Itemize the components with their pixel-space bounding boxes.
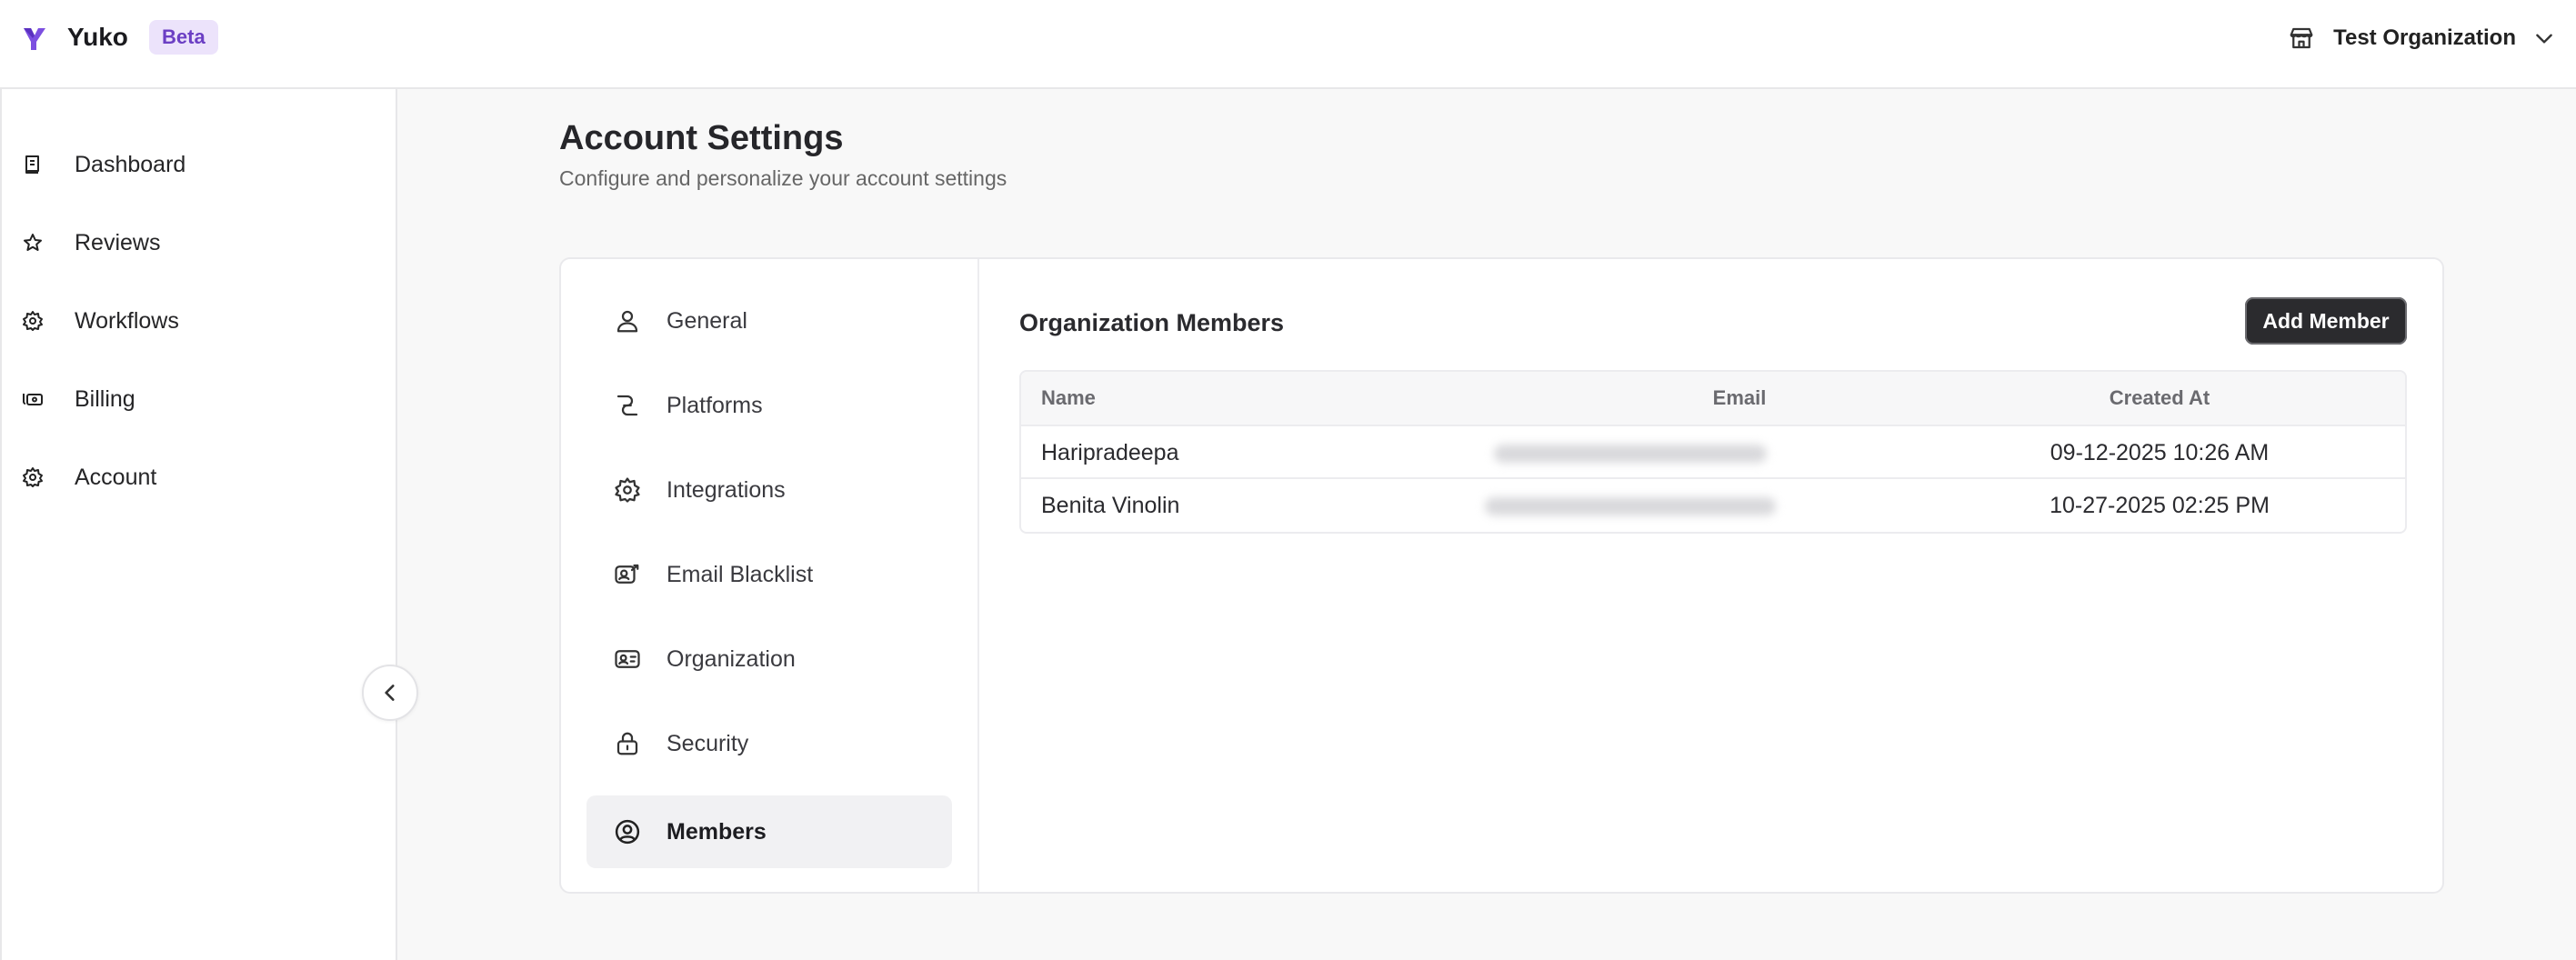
settings-nav-label: General (667, 307, 747, 334)
book-icon (25, 155, 39, 174)
user-circle-icon (615, 819, 640, 845)
settings-nav-platforms[interactable]: Platforms (586, 369, 952, 442)
mail-block-icon (615, 564, 639, 584)
cog-icon (23, 311, 43, 331)
sidebar: Dashboard Reviews Workflows Billing Acco… (0, 89, 397, 960)
page-subtitle: Configure and personalize your account s… (559, 166, 1007, 190)
star-icon (24, 234, 42, 251)
settings-nav-members[interactable]: Members (586, 795, 952, 868)
chevron-left-icon (385, 685, 395, 701)
gear-icon (23, 467, 43, 487)
member-email-redacted (1485, 497, 1776, 515)
table-row[interactable]: Haripradeepa 09-12-2025 10:26 AM (1021, 426, 2405, 479)
member-email-redacted (1494, 445, 1767, 463)
settings-nav-email-blacklist[interactable]: Email Blacklist (586, 538, 952, 611)
user-icon (616, 310, 638, 333)
sidebar-item-account[interactable]: Account (2, 448, 397, 506)
column-header-created-at[interactable]: Created At (2041, 372, 2278, 425)
column-header-email[interactable]: Email (1603, 372, 1876, 425)
add-member-button[interactable]: Add Member (2245, 297, 2407, 345)
settings-nav-label: Email Blacklist (667, 561, 814, 587)
lock-icon (616, 732, 638, 755)
settings-nav-organization[interactable]: Organization (586, 623, 952, 695)
member-created-at: 10-27-2025 02:25 PM (2050, 493, 2270, 518)
sidebar-item-label: Account (75, 464, 157, 490)
table-header: Name Email Created At (1021, 372, 2405, 426)
settings-nav-label: Organization (667, 645, 796, 672)
settings-nav: General Platforms Integrations Email Bla… (561, 259, 979, 892)
sidebar-item-reviews[interactable]: Reviews (2, 214, 397, 272)
cash-icon (23, 394, 43, 405)
table-row[interactable]: Benita Vinolin 10-27-2025 02:25 PM (1021, 479, 2405, 532)
settings-nav-label: Members (667, 818, 767, 845)
member-name: Haripradeepa (1041, 440, 1179, 465)
top-bar: Yuko Beta Test Organization (0, 0, 2576, 89)
settings-nav-general[interactable]: General (586, 285, 952, 357)
yuko-logo-icon (24, 28, 45, 50)
collapse-sidebar-button[interactable] (362, 665, 418, 721)
sidebar-item-workflows[interactable]: Workflows (2, 292, 397, 350)
page-title: Account Settings (559, 119, 844, 157)
gear-icon (615, 477, 640, 503)
store-icon (2290, 27, 2313, 49)
sidebar-item-billing[interactable]: Billing (2, 370, 397, 428)
sidebar-item-label: Billing (75, 385, 135, 412)
id-card-icon (615, 650, 640, 668)
members-section-title: Organization Members (1019, 309, 1285, 336)
column-header-name[interactable]: Name (1041, 372, 1096, 425)
member-created-at: 09-12-2025 10:26 AM (2050, 440, 2270, 465)
settings-card: General Platforms Integrations Email Bla… (559, 257, 2444, 894)
sidebar-item-label: Workflows (75, 307, 179, 334)
settings-nav-label: Security (667, 730, 749, 756)
organization-name: Test Organization (2333, 25, 2516, 50)
link-icon (616, 395, 638, 416)
members-table: Name Email Created At Haripradeepa 09-12… (1019, 370, 2407, 534)
sidebar-item-dashboard[interactable]: Dashboard (2, 135, 397, 194)
organization-switcher[interactable]: Test Organization (2288, 20, 2556, 56)
brand-name: Yuko (67, 23, 128, 51)
sidebar-item-label: Dashboard (75, 151, 186, 177)
settings-nav-label: Integrations (667, 476, 786, 503)
settings-nav-integrations[interactable]: Integrations (586, 454, 952, 526)
beta-badge: Beta (149, 20, 218, 55)
sidebar-item-label: Reviews (75, 229, 161, 255)
chevron-down-icon (2536, 34, 2552, 44)
settings-nav-label: Platforms (667, 392, 763, 418)
member-name: Benita Vinolin (1041, 493, 1180, 518)
settings-nav-security[interactable]: Security (586, 707, 952, 780)
